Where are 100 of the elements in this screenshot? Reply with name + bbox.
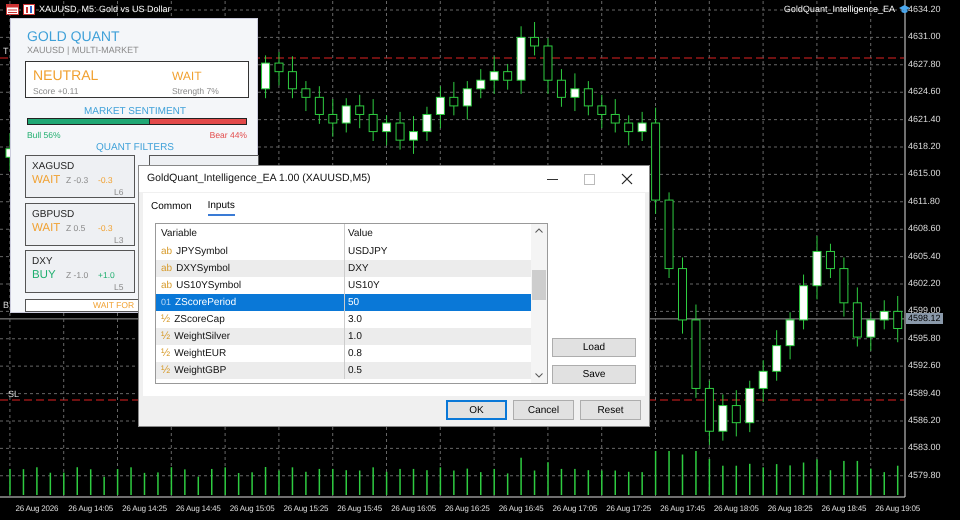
price-label: 4602.20: [908, 278, 941, 289]
line-label: SL: [8, 389, 20, 400]
candlestick: [301, 80, 310, 112]
dialog-button[interactable]: Reset: [580, 400, 641, 420]
time-label: 26 Aug 18:05: [712, 503, 760, 514]
filter-z: Z -0.3: [66, 174, 88, 187]
scroll-down-icon[interactable]: [535, 373, 543, 378]
price-label: 4608.60: [908, 223, 941, 234]
side-button[interactable]: Save: [552, 365, 636, 384]
candlestick: [274, 51, 284, 86]
action-text: WAIT: [172, 68, 202, 85]
filter-symbol: XAGUSD: [32, 160, 74, 174]
filter-signal: WAIT: [32, 220, 60, 236]
filter-lag: L5: [114, 281, 124, 294]
line-label: B: [3, 300, 10, 311]
price-label: 4599.00: [908, 305, 941, 316]
filter-signal: BUY: [32, 268, 56, 283]
footer-text: WAIT FOR: [93, 300, 134, 311]
filter-symbol: GBPUSD: [32, 208, 74, 222]
candlestick: [893, 295, 902, 343]
variable-name: WeightGBP: [174, 365, 226, 376]
filter-lag: L6: [114, 186, 124, 199]
section-title: MARKET SENTIMENT: [82, 105, 188, 119]
candlestick: [436, 86, 445, 129]
variable-name: JPYSymbol: [176, 246, 228, 257]
candlestick: [476, 68, 486, 99]
panel-title: GOLD QUANT: [27, 27, 120, 46]
candlestick: [490, 56, 499, 94]
price-label: 4621.40: [908, 114, 941, 125]
scroll-up-icon[interactable]: [535, 228, 543, 233]
bear-label: Bear 44%: [210, 129, 247, 142]
time-label: 26 Aug 14:45: [174, 503, 222, 514]
filter-symbol: DXY: [32, 255, 53, 269]
filter-z: Z -1.0: [66, 269, 88, 282]
dialog-button[interactable]: Cancel: [513, 400, 574, 420]
candlestick: [610, 98, 620, 133]
table-row[interactable]: ½ WeightGBP 0.5: [156, 362, 532, 379]
close-icon[interactable]: [621, 173, 633, 185]
scrollbar[interactable]: [531, 224, 547, 383]
time-label: 26 Aug 15:05: [228, 503, 276, 514]
type-icon: 01: [161, 297, 172, 307]
chart-title: XAUUSD, M5: Gold vs US Dollar: [39, 4, 171, 15]
price-label: 4586.20: [908, 414, 941, 426]
column-header[interactable]: Variable: [156, 224, 344, 243]
chart-icon[interactable]: [23, 4, 35, 15]
tab[interactable]: Inputs: [208, 198, 235, 216]
time-label: 26 Aug 14:25: [121, 503, 168, 514]
candlestick: [422, 106, 432, 142]
table-row[interactable]: ab DXYSymbol DXY: [156, 260, 532, 277]
price-label: 4579.80: [908, 470, 941, 481]
time-label: 26 Aug 18:45: [820, 503, 868, 514]
candlestick: [758, 360, 768, 403]
type-icon: ½: [161, 347, 170, 359]
candlestick: [462, 80, 472, 120]
tab[interactable]: Common: [151, 198, 192, 216]
table-row[interactable]: 01 ZScorePeriod 50: [156, 294, 532, 311]
candlestick: [449, 81, 458, 116]
variable-name: DXYSymbol: [176, 263, 230, 274]
score-text: Score +0.11: [33, 85, 78, 98]
type-icon: ½: [161, 330, 170, 342]
time-label: 26 Aug 18:25: [766, 503, 814, 514]
list-icon[interactable]: [6, 4, 19, 15]
section-title: QUANT FILTERS: [95, 141, 175, 155]
price-label: 4624.60: [908, 86, 941, 98]
strength-text: Strength 7%: [172, 85, 219, 98]
side-button[interactable]: Load: [552, 338, 636, 357]
time-label: 26 Aug 17:05: [552, 503, 598, 514]
price-label: 4634.20: [908, 4, 941, 16]
bull-label: Bull 56%: [27, 129, 61, 142]
variable-name: WeightEUR: [174, 348, 226, 359]
candlestick: [597, 94, 606, 129]
type-icon: ab: [161, 280, 172, 291]
candlestick: [396, 111, 405, 150]
price-label: 4589.40: [908, 388, 941, 399]
graduation-cap-icon: [899, 5, 910, 14]
time-label: 26 Aug 17:25: [605, 503, 652, 514]
time-label: 26 Aug 16:45: [498, 503, 544, 514]
candlestick: [732, 390, 741, 437]
price-label: 4605.40: [908, 250, 941, 262]
panel-subtitle: XAUUSD | MULTI-MARKET: [27, 44, 139, 57]
price-label: 4615.00: [908, 168, 941, 180]
candlestick: [880, 300, 889, 330]
expert-name: GoldQuant_Intelligence_EA: [784, 4, 895, 15]
scroll-thumb[interactable]: [532, 270, 546, 300]
variable-name: ZScorePeriod: [175, 297, 236, 308]
variable-name: US10YSymbol: [176, 280, 242, 291]
candlestick: [368, 98, 378, 142]
time-label: 26 Aug 16:25: [444, 503, 491, 514]
dialog-title: GoldQuant_Intelligence_EA 1.00 (XAUUSD,M5): [147, 171, 371, 186]
price-label: 4611.80: [908, 196, 940, 207]
filter-signal: WAIT: [32, 173, 60, 188]
type-icon: ab: [161, 263, 172, 274]
dialog-button[interactable]: OK: [446, 400, 507, 420]
minimize-icon[interactable]: [547, 178, 558, 180]
candlestick: [355, 94, 364, 129]
variable-name: WeightSilver: [174, 331, 230, 342]
table-row[interactable]: ½ WeightSilver 1.0: [156, 328, 532, 345]
candlestick: [584, 80, 593, 116]
time-label: 26 Aug 2026: [14, 503, 60, 514]
time-label: 26 Aug 15:45: [336, 503, 384, 514]
